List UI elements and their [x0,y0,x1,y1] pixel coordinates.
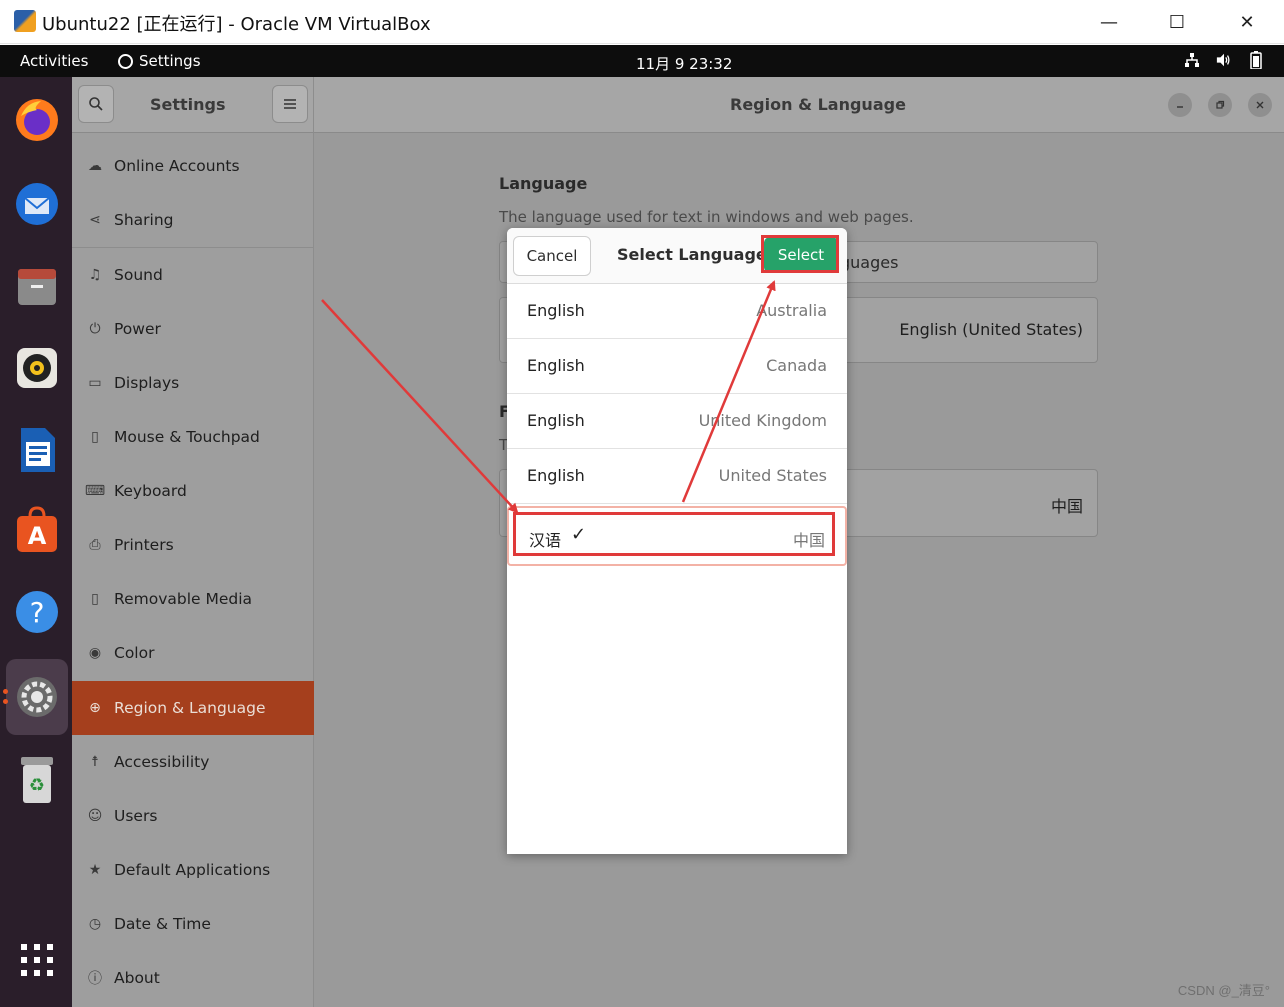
watermark: CSDN @_清豆° [1177,983,1270,998]
annotation-arrows [321,280,776,514]
arrow-to-select-button [681,280,776,503]
arrow-to-chinese-row [321,299,519,514]
